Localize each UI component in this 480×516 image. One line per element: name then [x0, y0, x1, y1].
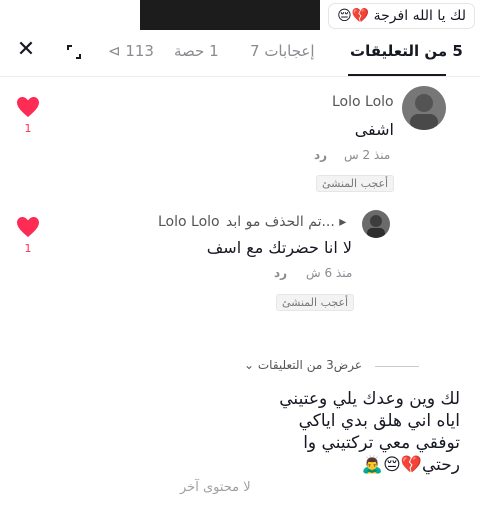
close-icon[interactable]: ✕	[14, 38, 38, 62]
creator-liked-badge: أعجب المنشئ	[276, 294, 355, 311]
like-heart-icon[interactable]	[16, 216, 40, 238]
show-more-replies[interactable]: عرض3 من التعليقات ⌄	[244, 358, 362, 372]
like-heart-icon[interactable]	[16, 96, 40, 118]
active-tab-indicator	[348, 74, 446, 76]
top-strip: لك يا الله افرجة 💔😔	[0, 0, 480, 30]
tab-shares[interactable]: 1 حصة	[174, 42, 219, 60]
comment-time: منذ 2 س	[344, 148, 391, 162]
video-thumbnail	[140, 0, 320, 30]
comments-sheet: 5 من التعليقات إعجابات 7 1 حصة 113 ⊳ ✕ L…	[0, 30, 480, 516]
overlay-line: توفقي معي تركتيني وا	[303, 433, 460, 453]
overlay-line: اياه اني هلق بدي اياكي	[298, 411, 460, 431]
comment-time: منذ 6 ش	[306, 266, 353, 280]
overlay-line: لك وين وعدك يلي وعتيني	[279, 389, 460, 409]
expand-icon[interactable]	[66, 44, 82, 60]
caption-bubble: لك يا الله افرجة 💔😔	[329, 4, 474, 28]
comment-text: لا انا حضرتك مع اسف	[206, 238, 352, 257]
like-count: 1	[24, 122, 32, 135]
avatar[interactable]	[402, 86, 446, 130]
overlay-caption: لك وين وعدك يلي وعتيني اياه اني هلق بدي …	[200, 388, 460, 476]
no-more-content: لا محتوى آخر	[180, 480, 251, 495]
reply-button[interactable]: رد	[274, 266, 287, 280]
comment-text: اشفى	[354, 120, 394, 139]
reply-button[interactable]: رد	[314, 148, 327, 162]
creator-liked-badge: أعجب المنشئ	[316, 175, 395, 192]
divider	[375, 366, 419, 367]
comment-author[interactable]: Lolo Lolo	[332, 94, 394, 110]
comment-author[interactable]: Lolo Lolo	[158, 214, 220, 230]
tab-likes[interactable]: إعجابات 7	[250, 42, 315, 60]
reply-to-label: ▸ ...تم الحذف مو ابد	[226, 214, 347, 230]
overlay-line: رحتي💔😔🙇‍♂️	[361, 455, 460, 475]
tab-bar: 5 من التعليقات إعجابات 7 1 حصة 113 ⊳ ✕	[0, 30, 480, 77]
tab-views[interactable]: 113 ⊳	[108, 42, 154, 60]
like-count: 1	[24, 242, 32, 255]
avatar[interactable]	[362, 210, 390, 238]
tab-comments[interactable]: 5 من التعليقات	[350, 42, 463, 60]
